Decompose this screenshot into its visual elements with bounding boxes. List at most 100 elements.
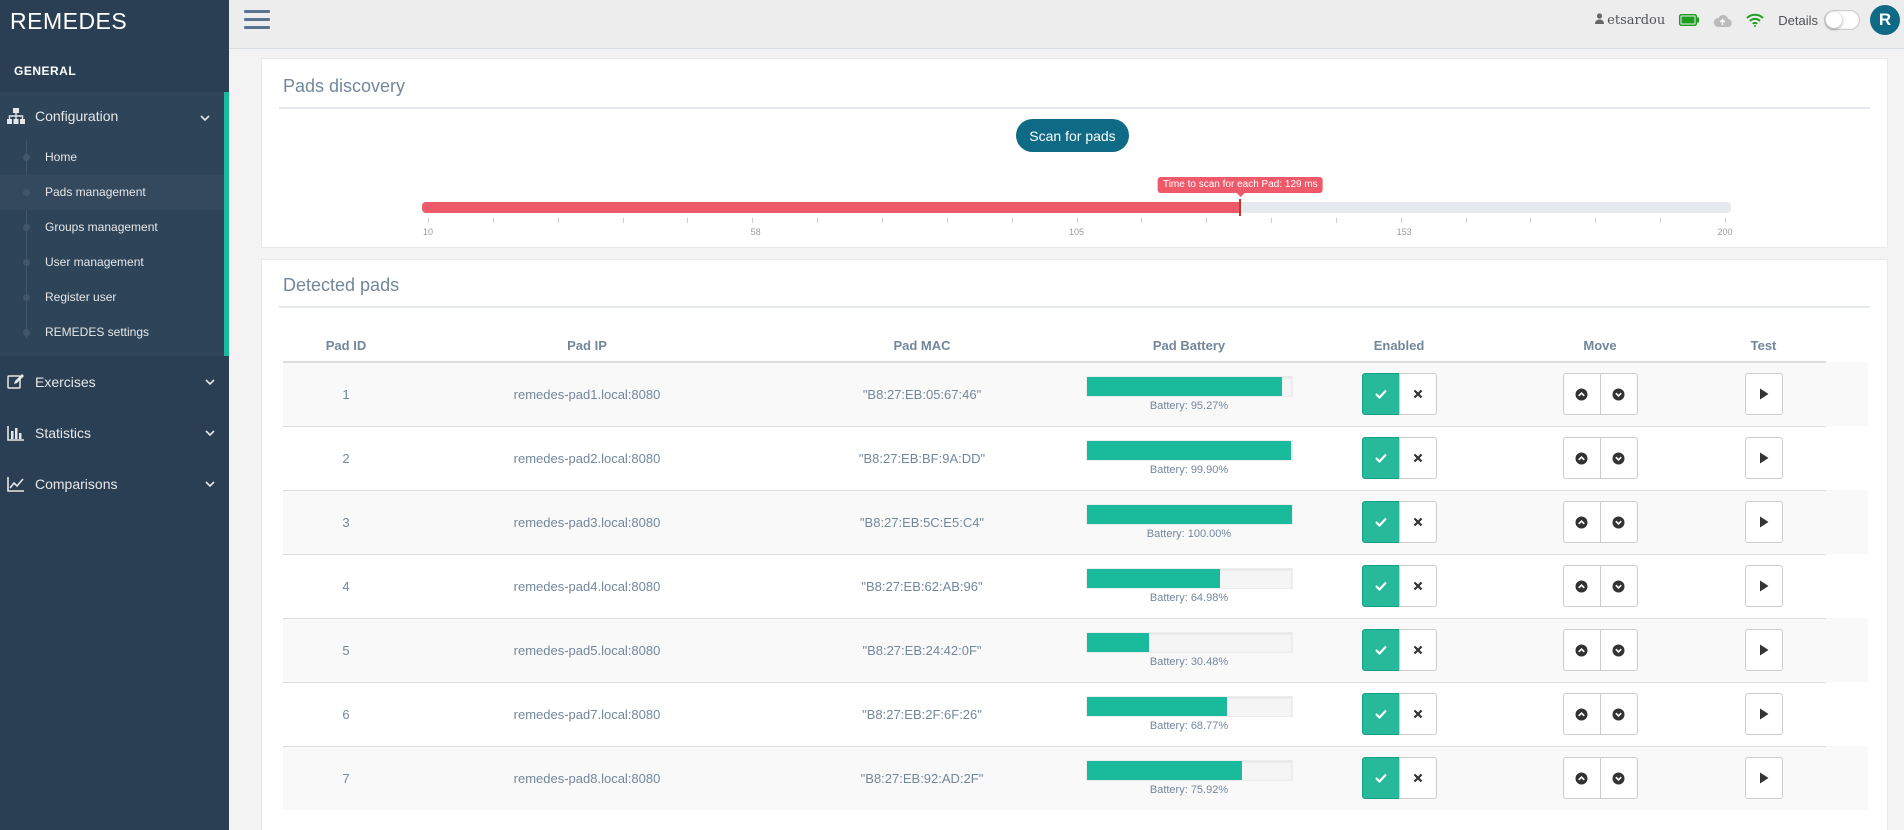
move-down-button[interactable] — [1599, 757, 1638, 800]
disable-button[interactable] — [1398, 373, 1437, 416]
move-down-button[interactable] — [1599, 693, 1638, 735]
sidebar-item-configuration[interactable]: Configuration — [0, 92, 224, 140]
cell-pad-mac: "B8:27:EB:24:42:0F" — [765, 617, 1079, 682]
sidebar-item-remedes-settings[interactable]: REMEDES settings — [0, 315, 224, 350]
slider-tick — [557, 218, 559, 223]
sidebar-item-groups-management[interactable]: Groups management — [0, 210, 224, 245]
test-play-button[interactable] — [1744, 693, 1783, 735]
chevron-circle-up-icon — [1575, 516, 1588, 528]
test-play-button[interactable] — [1744, 565, 1783, 607]
move-up-button[interactable] — [1562, 437, 1601, 479]
slider-handle[interactable] — [1239, 199, 1242, 216]
check-icon — [1374, 453, 1387, 463]
move-down-button[interactable] — [1599, 437, 1638, 479]
battery-progress-bar — [1085, 376, 1293, 398]
enable-button[interactable] — [1361, 629, 1400, 671]
scan-for-pads-button[interactable]: Scan for pads — [1016, 119, 1129, 152]
slider-tick — [1335, 218, 1337, 223]
chevron-circle-down-icon — [1612, 644, 1625, 656]
panel-title-discovery: Pads discovery — [283, 76, 406, 96]
move-up-button[interactable] — [1562, 693, 1601, 735]
play-icon — [1759, 772, 1768, 784]
disable-button[interactable] — [1398, 437, 1437, 479]
move-up-button[interactable] — [1562, 501, 1601, 543]
enabled-button-group — [1361, 693, 1437, 735]
disable-button[interactable] — [1398, 629, 1437, 671]
play-icon — [1759, 516, 1768, 528]
move-up-button[interactable] — [1562, 757, 1601, 800]
enable-button[interactable] — [1361, 565, 1400, 607]
check-icon — [1374, 774, 1387, 784]
brand-title[interactable]: REMEDES — [0, 0, 229, 42]
sidebar-item-home[interactable]: Home — [0, 140, 224, 175]
enable-button[interactable] — [1361, 757, 1400, 800]
enable-button[interactable] — [1361, 437, 1400, 479]
cell-spacer — [1826, 554, 1868, 618]
details-toggle[interactable] — [1824, 10, 1860, 30]
disable-button[interactable] — [1398, 757, 1437, 800]
move-down-button[interactable] — [1599, 373, 1638, 416]
cell-spacer — [1826, 490, 1868, 554]
menu-toggle-icon[interactable] — [244, 10, 270, 32]
cell-pad-id: 1 — [283, 361, 409, 426]
move-button-group — [1562, 693, 1638, 735]
cell-move — [1499, 681, 1701, 746]
battery-label: Battery: 99.90% — [1149, 464, 1229, 476]
test-play-button[interactable] — [1744, 757, 1783, 800]
column-header-pad-id: Pad ID — [283, 330, 409, 363]
disable-button[interactable] — [1398, 501, 1437, 543]
sidebar-item-label: Exercises — [35, 373, 96, 390]
enable-button[interactable] — [1361, 373, 1400, 416]
disable-button[interactable] — [1398, 693, 1437, 735]
move-up-button[interactable] — [1562, 629, 1601, 671]
cell-enabled — [1299, 681, 1499, 746]
sidebar-item-exercises[interactable]: Exercises — [0, 356, 229, 407]
table-row: 4 remedes-pad4.local:8080 "B8:27:EB:62:A… — [283, 553, 1868, 618]
battery-progress-bar — [1085, 696, 1293, 717]
cell-pad-ip: remedes-pad8.local:8080 — [409, 745, 765, 810]
chevron-circle-up-icon — [1575, 388, 1588, 401]
move-down-button[interactable] — [1599, 501, 1638, 543]
test-play-button[interactable] — [1744, 629, 1783, 671]
sidebar-item-register-user[interactable]: Register user — [0, 280, 224, 315]
chevron-circle-down-icon — [1612, 580, 1625, 592]
sidebar-item-statistics[interactable]: Statistics — [0, 407, 229, 458]
move-down-button[interactable] — [1599, 629, 1638, 671]
test-play-button[interactable] — [1744, 373, 1783, 416]
sidebar-item-pads-management[interactable]: Pads management — [0, 175, 224, 210]
user-icon — [1595, 12, 1605, 28]
sidebar-item-user-management[interactable]: User management — [0, 245, 224, 280]
cell-pad-ip: remedes-pad2.local:8080 — [409, 425, 765, 490]
chevron-circle-down-icon — [1612, 388, 1625, 401]
scan-time-slider[interactable] — [422, 199, 1731, 216]
move-up-button[interactable] — [1562, 373, 1601, 416]
move-down-button[interactable] — [1599, 565, 1638, 607]
chevron-circle-down-icon — [1612, 772, 1625, 785]
disable-button[interactable] — [1398, 565, 1437, 607]
line-chart-icon — [6, 474, 26, 494]
enable-button[interactable] — [1361, 501, 1400, 543]
battery-label: Battery: 64.98% — [1149, 592, 1229, 604]
test-play-button[interactable] — [1744, 501, 1783, 543]
test-play-button[interactable] — [1744, 437, 1783, 479]
slider-tick — [1141, 218, 1143, 223]
sidebar-menu: Configuration Home Pads management Group… — [0, 92, 229, 509]
move-up-button[interactable] — [1562, 565, 1601, 607]
slider-tick — [946, 218, 948, 223]
chevron-circle-up-icon — [1575, 580, 1588, 592]
panel-title-detected: Detected pads — [283, 275, 400, 295]
avatar[interactable]: R — [1870, 5, 1900, 35]
column-header-pad-battery: Pad Battery — [1079, 330, 1299, 363]
check-icon — [1374, 709, 1387, 719]
chevron-circle-up-icon — [1575, 772, 1588, 785]
cell-move — [1499, 425, 1701, 490]
sidebar-item-label: Configuration — [35, 108, 119, 124]
sidebar-item-comparisons[interactable]: Comparisons — [0, 458, 229, 509]
battery-progress-fill — [1086, 377, 1282, 397]
enabled-button-group — [1361, 565, 1437, 607]
user-menu[interactable]: etsardou — [1595, 13, 1665, 28]
cell-pad-id: 7 — [283, 745, 409, 810]
cell-enabled — [1299, 425, 1499, 490]
enable-button[interactable] — [1361, 693, 1400, 735]
sidebar-item-label: Comparisons — [35, 475, 118, 492]
